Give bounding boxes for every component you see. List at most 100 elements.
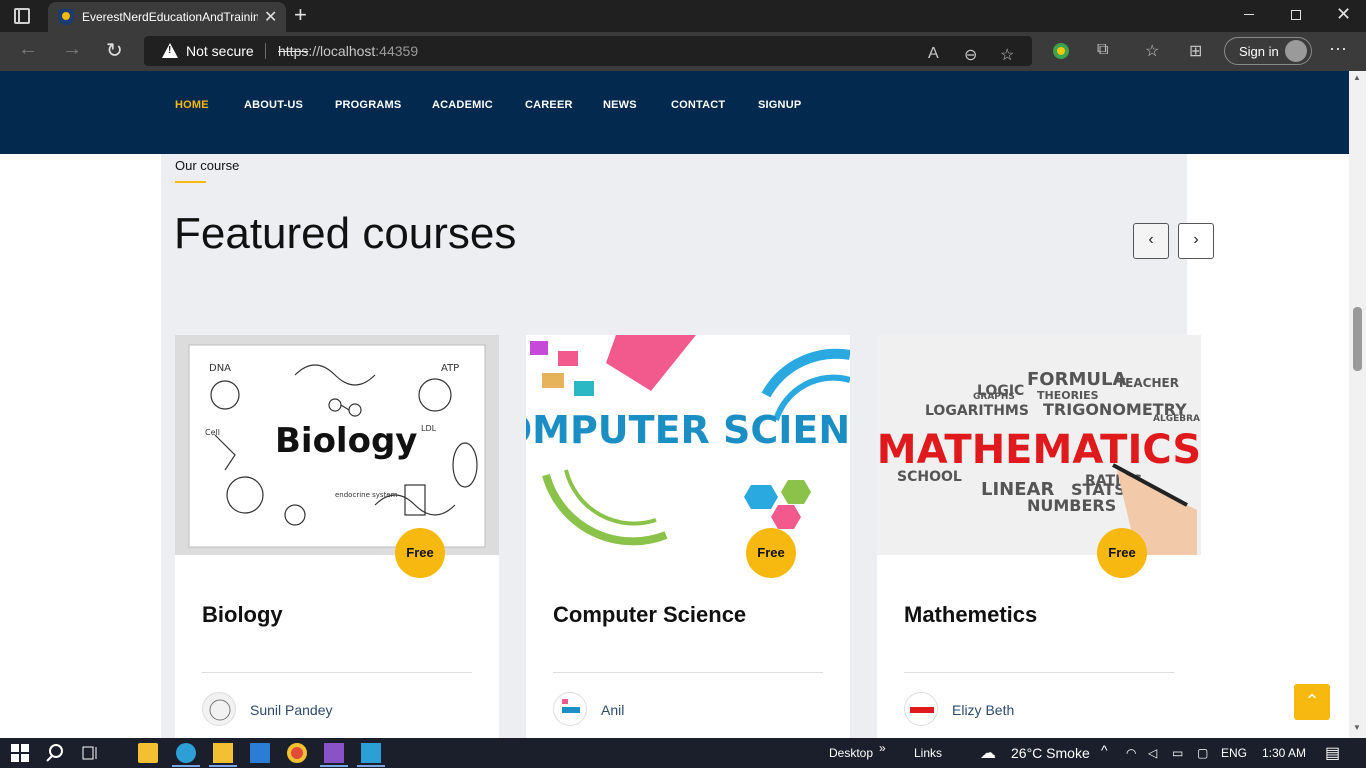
back-to-top-button[interactable]: ⌃ [1294,684,1330,720]
refresh-icon[interactable]: ↻ [106,38,123,63]
carousel-next-button[interactable]: › [1178,223,1214,259]
read-aloud-icon[interactable]: A [928,45,939,63]
course-title[interactable]: Computer Science [553,602,746,628]
divider [265,43,266,59]
store-icon[interactable] [138,743,158,763]
app-icon[interactable] [361,743,381,763]
display-icon[interactable]: ▢ [1197,746,1208,760]
collections-icon[interactable]: ⊞ [1189,41,1202,61]
file-explorer-icon[interactable] [213,743,233,763]
volume-icon[interactable]: ◁ [1148,746,1157,760]
notifications-icon[interactable]: ▤ [1325,743,1340,763]
price-badge: Free [395,528,445,578]
warning-icon[interactable] [162,43,178,58]
browser-tab-bar: EverestNerdEducationAndTraining ✕ + ✕ [0,0,1366,32]
zoom-out-icon[interactable]: ⊖ [964,45,977,65]
nav-home[interactable]: HOME [175,99,209,111]
author-name[interactable]: Elizy Beth [952,702,1014,718]
card-divider [202,672,472,673]
scroll-thumb[interactable] [1353,307,1362,371]
tab-actions-icon[interactable] [14,8,30,24]
new-tab-icon[interactable]: + [294,2,307,28]
section-title: Featured courses [174,209,517,258]
more-icon[interactable]: ⋯ [1329,39,1347,60]
clock[interactable]: 1:30 AM [1262,746,1306,760]
bio-label-atp: ATP [441,363,459,374]
biology-image-caption: Biology [275,421,417,461]
url-text[interactable]: https://localhost:44359 [278,43,418,59]
chrome-icon[interactable] [287,743,307,763]
favorites-icon[interactable]: ☆ [1145,41,1159,61]
mail-icon[interactable] [250,743,270,763]
extension-icon[interactable] [1053,43,1069,59]
price-badge: Free [746,528,796,578]
app-indicator [320,765,348,767]
course-card[interactable]: DNA ATP Cell LDL endocrine system Biolog… [175,335,499,738]
close-window-icon[interactable]: ✕ [1336,4,1351,25]
page-scrollbar[interactable]: ▲ ▼ [1349,71,1366,738]
security-label[interactable]: Not secure [186,43,254,59]
math-word: TEACHER [1117,376,1179,390]
web-page: HOME ABOUT-US PROGRAMS ACADEMIC CAREER N… [0,71,1349,738]
show-hidden-icons-icon[interactable]: ^ [1101,742,1108,758]
scroll-up-icon[interactable]: ▲ [1353,73,1361,82]
site-favicon-icon [58,9,74,25]
course-card[interactable]: COMPUTER SCIENCE Free Computer Science A… [526,335,850,738]
network-icon[interactable]: ◠ [1126,746,1136,760]
toolbar-chevron-icon[interactable]: » [879,741,886,755]
language-indicator[interactable]: ENG [1221,746,1247,760]
visual-studio-icon[interactable] [324,743,344,763]
nav-career[interactable]: CAREER [525,99,573,111]
author-name[interactable]: Anil [601,702,624,718]
extensions-icon[interactable]: ⧉ [1097,41,1108,59]
mathematics-illustration: LOGIC FORMULA GRAPHS THEORIES TEACHER LO… [877,369,1201,555]
author-avatar [202,692,236,726]
bio-label-ldl: LDL [421,424,437,433]
minimize-icon[interactable] [1244,14,1254,15]
scroll-down-icon[interactable]: ▼ [1353,723,1361,732]
card-divider [904,672,1174,673]
nav-about-us[interactable]: ABOUT-US [244,99,303,111]
course-image[interactable]: LOGIC FORMULA GRAPHS THEORIES TEACHER LO… [877,335,1201,555]
search-icon[interactable] [45,743,65,763]
course-image[interactable]: COMPUTER SCIENCE [526,335,850,555]
battery-icon[interactable]: ▭ [1172,746,1183,760]
restore-icon[interactable] [1291,10,1301,20]
carousel-prev-button[interactable]: ‹ [1133,223,1169,259]
nav-programs[interactable]: PROGRAMS [335,99,401,111]
course-title[interactable]: Biology [202,602,283,628]
close-tab-icon[interactable]: ✕ [264,7,277,27]
address-bar[interactable]: Not secure https://localhost:44359 A ⊖ ☆ [144,36,1032,66]
nav-news[interactable]: NEWS [603,99,637,111]
weather-text[interactable]: 26°C Smoke [1011,745,1090,761]
desktop-toolbar[interactable]: Desktop [829,746,873,760]
forward-icon[interactable]: → [62,38,82,61]
nav-signup[interactable]: SIGNUP [758,99,801,111]
weather-icon[interactable]: ☁ [980,743,996,763]
nav-academic[interactable]: ACADEMIC [432,99,493,111]
course-title[interactable]: Mathemetics [904,602,1037,628]
nav-contact[interactable]: CONTACT [671,99,725,111]
price-badge: Free [1097,528,1147,578]
tab-title: EverestNerdEducationAndTraining [82,10,258,24]
card-divider [553,672,823,673]
task-view-icon[interactable] [80,743,100,763]
taskbar: Desktop » Links ☁ 26°C Smoke ^ ◠ ◁ ▭ ▢ E… [0,738,1366,768]
computer-science-illustration: COMPUTER SCIENCE [526,335,850,546]
course-card[interactable]: LOGIC FORMULA GRAPHS THEORIES TEACHER LO… [877,335,1201,738]
edge-icon[interactable] [176,743,196,763]
url-port: :44359 [375,43,419,59]
browser-tab[interactable]: EverestNerdEducationAndTraining ✕ [48,2,286,32]
author-avatar [553,692,587,726]
sign-in-button[interactable]: Sign in [1224,37,1312,65]
author-name[interactable]: Sunil Pandey [250,702,333,718]
math-word: FORMULA [1027,369,1126,390]
course-image[interactable]: DNA ATP Cell LDL endocrine system Biolog… [175,335,499,555]
add-favorite-icon[interactable]: ☆ [1000,45,1014,65]
math-word: GRAPHS [973,392,1015,402]
app-indicator [209,765,237,767]
math-word: LOGARITHMS [925,403,1029,419]
back-icon[interactable]: ← [18,38,38,61]
windows-start-icon[interactable] [10,743,30,763]
links-toolbar[interactable]: Links [914,746,942,760]
